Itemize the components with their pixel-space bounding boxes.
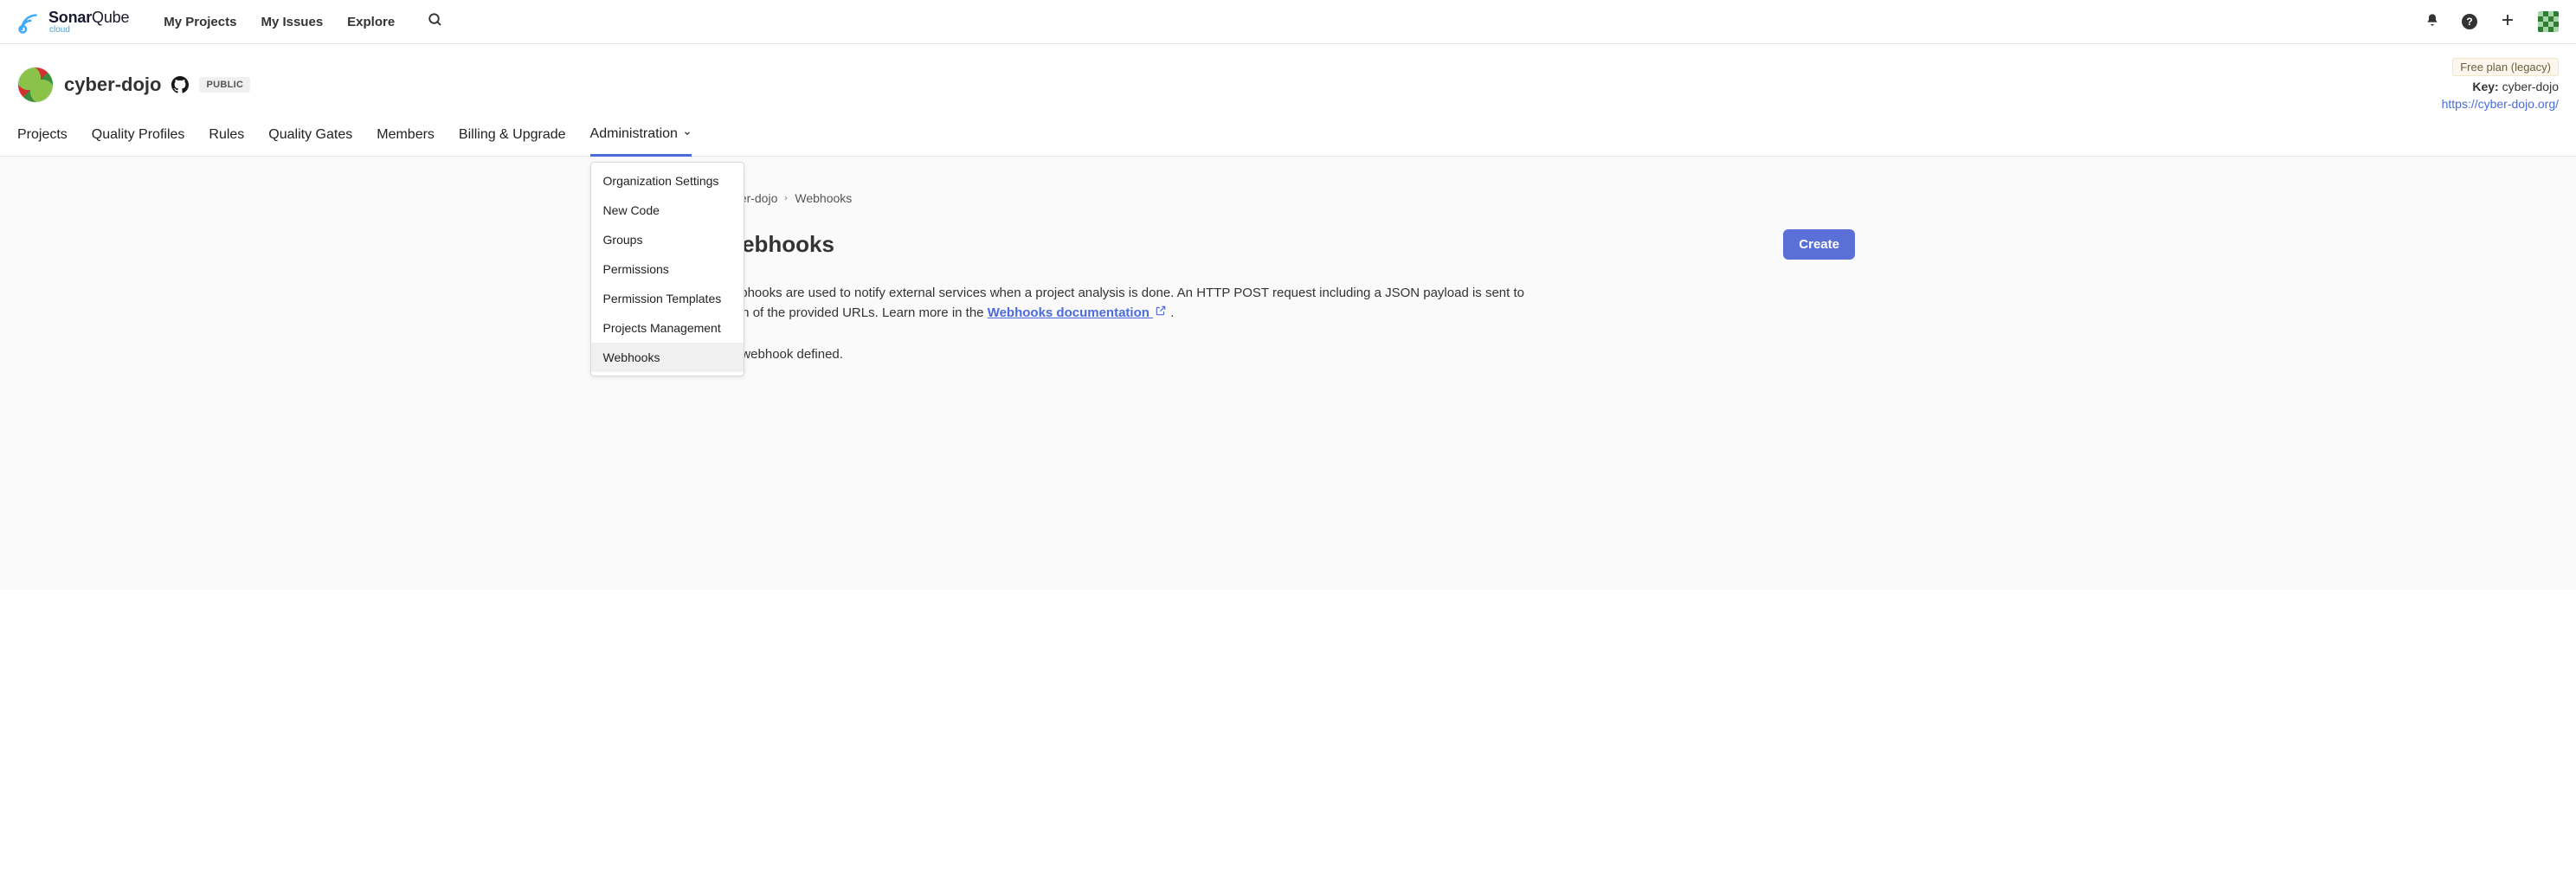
external-link-icon [1155, 304, 1167, 324]
tab-quality-profiles[interactable]: Quality Profiles [92, 126, 185, 156]
logo-sub: cloud [48, 26, 129, 35]
chevron-right-icon [782, 192, 789, 204]
nav-my-issues[interactable]: My Issues [261, 15, 323, 29]
admin-menu-item[interactable]: Projects Management [591, 313, 744, 343]
org-avatar [17, 67, 54, 103]
admin-menu-item[interactable]: Permissions [591, 254, 744, 284]
tab-rules[interactable]: Rules [209, 126, 244, 156]
org-header: cyber-dojo PUBLIC Free plan (legacy) Key… [0, 44, 2576, 157]
top-bar: SonarQube cloud My Projects My Issues Ex… [0, 0, 2576, 44]
breadcrumb-current: Webhooks [795, 191, 852, 205]
search-icon[interactable] [428, 12, 443, 32]
admin-menu-item[interactable]: Permission Templates [591, 284, 744, 313]
create-button[interactable]: Create [1783, 229, 1855, 260]
plan-badge: Free plan (legacy) [2452, 58, 2559, 76]
tab-members[interactable]: Members [377, 126, 435, 156]
avatar[interactable] [2538, 11, 2559, 32]
page-description: Webhooks are used to notify external ser… [721, 284, 1552, 323]
github-icon[interactable] [171, 76, 189, 93]
logo[interactable]: SonarQube cloud [17, 9, 129, 35]
administration-dropdown: Organization SettingsNew CodeGroupsPermi… [590, 162, 744, 376]
help-icon[interactable]: ? [2462, 14, 2477, 29]
org-tabs: Projects Quality Profiles Rules Quality … [17, 126, 2559, 156]
org-key: Key: cyber-dojo [2442, 80, 2559, 93]
sonarqube-icon [17, 9, 43, 35]
org-meta: Free plan (legacy) Key: cyber-dojo https… [2442, 58, 2559, 111]
admin-menu-item[interactable]: Webhooks [591, 343, 744, 372]
top-tools: ? [2425, 11, 2559, 32]
admin-menu-item[interactable]: New Code [591, 196, 744, 225]
tab-projects[interactable]: Projects [17, 126, 68, 156]
empty-state: No webhook defined. [721, 347, 1855, 362]
org-name: cyber-dojo [64, 74, 161, 96]
visibility-badge: PUBLIC [199, 77, 250, 93]
tab-billing[interactable]: Billing & Upgrade [459, 126, 566, 156]
top-nav: My Projects My Issues Explore [164, 12, 443, 32]
nav-explore[interactable]: Explore [347, 15, 395, 29]
admin-menu-item[interactable]: Groups [591, 225, 744, 254]
breadcrumb: cyber-dojo Webhooks [721, 191, 1855, 205]
nav-my-projects[interactable]: My Projects [164, 15, 236, 29]
chevron-down-icon [683, 128, 692, 140]
admin-menu-item[interactable]: Organization Settings [591, 166, 744, 196]
docs-link[interactable]: Webhooks documentation [988, 305, 1167, 320]
plus-icon[interactable] [2500, 12, 2515, 32]
logo-text-2: Qube [92, 9, 129, 26]
tab-quality-gates[interactable]: Quality Gates [268, 126, 352, 156]
org-url-link[interactable]: https://cyber-dojo.org/ [2442, 97, 2559, 111]
page-body: cyber-dojo Webhooks Webhooks Create Webh… [0, 157, 2576, 589]
tab-administration[interactable]: Administration Organization SettingsNew … [590, 126, 692, 157]
logo-text-1: Sonar [48, 9, 92, 26]
bell-icon[interactable] [2425, 12, 2439, 32]
